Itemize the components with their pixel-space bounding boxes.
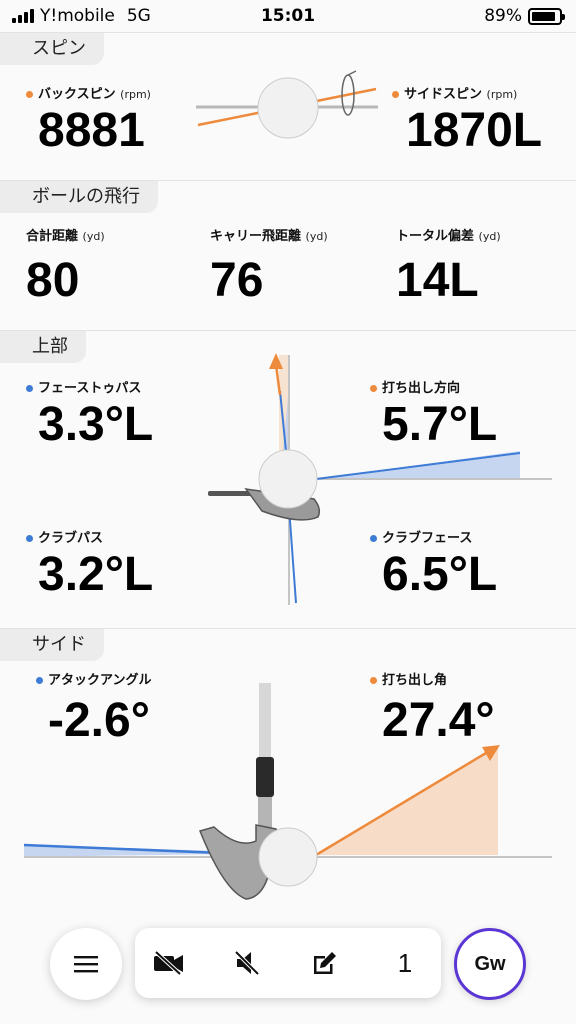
- edit-button[interactable]: [295, 928, 355, 998]
- spin-diagram: [196, 70, 378, 139]
- club-face-label-text: クラブフェース: [382, 531, 473, 546]
- battery-percent: 89%: [484, 6, 522, 26]
- launch-angle-label: 打ち出し角: [370, 669, 447, 688]
- attack-angle-value: -2.6°: [48, 694, 150, 747]
- attack-angle-label-text: アタックアングル: [48, 673, 152, 688]
- blue-dot-icon: [36, 677, 43, 684]
- club-path-value: 3.2°L: [38, 548, 154, 601]
- speaker-mute-icon: [234, 950, 260, 976]
- total-distance-label-text: 合計距離: [26, 229, 79, 244]
- section-title-flight: ボールの飛行: [0, 181, 158, 213]
- status-bar: Y!mobile 5G 15:01 89%: [0, 0, 576, 32]
- hamburger-icon: [74, 956, 98, 973]
- launch-angle-label-text: 打ち出し角: [382, 673, 448, 688]
- club-select-button[interactable]: Gw: [454, 928, 526, 1000]
- carry-distance-unit: (yd): [305, 230, 328, 243]
- face-to-path-label-text: フェーストゥパス: [38, 381, 142, 396]
- launch-direction-label: 打ち出し方向: [370, 377, 460, 396]
- offline-value: 14L: [396, 254, 479, 307]
- blue-dot-icon: [26, 385, 33, 392]
- carry-distance-label-text: キャリー飛距離: [210, 229, 302, 244]
- edit-icon: [314, 952, 336, 974]
- video-off-icon: [154, 950, 183, 976]
- carry-distance-value: 76: [210, 254, 264, 307]
- menu-button[interactable]: [50, 928, 122, 1000]
- mute-button[interactable]: [217, 928, 277, 998]
- club-path-line: [288, 506, 297, 604]
- flight-section: ボールの飛行 合計距離 (yd) 80 キャリー飛距離 (yd) 76 トータル…: [0, 180, 576, 330]
- orange-dot-icon: [370, 677, 377, 684]
- offline-label: トータル偏差 (yd): [396, 225, 501, 244]
- top-view-section: 上部 フェーストゥパス 3.3°L 打ち出し方向 5.7°L クラブパス 3.2…: [0, 330, 576, 628]
- section-title-side: サイド: [0, 629, 104, 661]
- club-path-label-text: クラブパス: [38, 531, 104, 546]
- video-off-button[interactable]: [139, 928, 199, 998]
- golf-ball-icon: [257, 77, 319, 139]
- club-face-label: クラブフェース: [370, 527, 472, 546]
- offline-label-text: トータル偏差: [396, 229, 475, 244]
- section-title-top: 上部: [0, 331, 86, 363]
- launch-angle-value: 27.4°: [382, 694, 495, 747]
- golf-ball-icon: [258, 827, 318, 887]
- total-distance-label: 合計距離 (yd): [26, 225, 105, 244]
- total-distance-unit: (yd): [82, 230, 105, 243]
- total-distance-value: 80: [26, 254, 80, 307]
- attack-angle-label: アタックアングル: [36, 669, 151, 688]
- offline-unit: (yd): [478, 230, 501, 243]
- blue-dot-icon: [370, 535, 377, 542]
- face-to-path-label: フェーストゥパス: [26, 377, 141, 396]
- club-face-value: 6.5°L: [382, 548, 498, 601]
- bottom-bar: 1 Gw: [0, 928, 576, 1024]
- launch-direction-label-text: 打ち出し方向: [382, 381, 461, 396]
- carry-distance-label: キャリー飛距離 (yd): [210, 225, 328, 244]
- club-path-label: クラブパス: [26, 527, 103, 546]
- golf-ball-icon: [258, 449, 318, 509]
- blue-dot-icon: [26, 535, 33, 542]
- shot-number[interactable]: 1: [375, 928, 435, 998]
- face-to-path-value: 3.3°L: [38, 398, 154, 451]
- orange-dot-icon: [370, 385, 377, 392]
- spin-section: スピン バックスピン (rpm) 8881 サイドスピン (rpm) 1870L: [0, 32, 576, 180]
- launch-direction-value: 5.7°L: [382, 398, 498, 451]
- battery-icon: [528, 7, 565, 25]
- side-view-section: サイド アタックアングル -2.6° 打ち出し角 27.4°: [0, 628, 576, 918]
- action-toolbar: 1: [135, 928, 441, 998]
